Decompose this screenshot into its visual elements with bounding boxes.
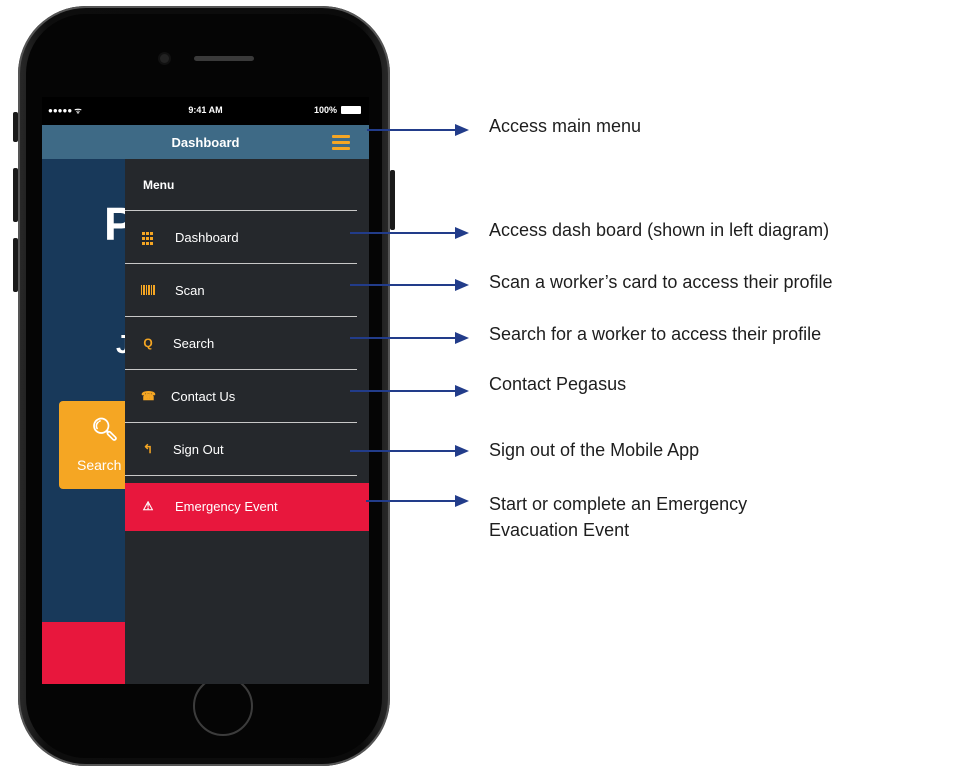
menu-item-label: Scan (175, 283, 205, 298)
front-camera (160, 54, 169, 63)
annotation-arrow (350, 284, 457, 286)
annotation-arrowhead (455, 124, 469, 136)
mute-switch (13, 112, 18, 142)
annotation-emergency-line-1: Start or complete an Emergency (489, 494, 748, 514)
annotation-emergency-line-2: Evacuation Event (489, 520, 630, 540)
volume-up-button (13, 168, 18, 222)
menu-divider (125, 369, 357, 370)
volume-down-button (13, 238, 18, 292)
menu-divider (125, 210, 357, 211)
menu-item-label: Emergency Event (175, 499, 278, 514)
warning-icon: ⚠︎ (142, 499, 154, 513)
search-icon: 🔍︎ (91, 417, 119, 442)
annotation-main-menu: Access main menu (489, 116, 642, 136)
annotation-arrow (366, 500, 457, 502)
menu-item-emergency-event[interactable]: ⚠︎ Emergency Event (125, 483, 369, 531)
menu-divider (125, 316, 357, 317)
menu-item-sign-out[interactable]: ↰ Sign Out (125, 422, 369, 475)
power-button (390, 170, 395, 230)
earpiece-speaker (194, 56, 254, 61)
side-menu-drawer: Menu Dashboard Scan Q Search ☎︎ Contact … (125, 159, 369, 684)
menu-divider (125, 263, 357, 264)
annotation-arrowhead (455, 385, 469, 397)
annotation-arrow (350, 450, 457, 452)
annotation-arrowhead (455, 227, 469, 239)
nav-title: Dashboard (171, 135, 240, 150)
battery-icon (341, 106, 361, 114)
menu-item-label: Dashboard (175, 230, 239, 245)
annotation-sign-out: Sign out of the Mobile App (489, 440, 700, 460)
search-tile-label: Search (77, 457, 122, 473)
battery-percent: 100% (313, 105, 337, 115)
annotation-arrow (367, 129, 457, 131)
menu-divider (125, 422, 357, 423)
annotation-arrow (350, 337, 457, 339)
menu-item-contact-us[interactable]: ☎︎ Contact Us (125, 369, 369, 422)
nav-bar: Dashboard (42, 125, 369, 159)
annotation-arrowhead (455, 495, 469, 507)
annotation-arrow (350, 232, 457, 234)
phone-icon: ☎︎ (141, 389, 156, 403)
search-icon: Q (143, 336, 153, 350)
annotation-scan: Scan a worker’s card to access their pro… (489, 272, 833, 292)
menu-item-divider-bottom (125, 475, 369, 483)
annotation-contact: Contact Pegasus (489, 374, 627, 394)
app-screen: ●●●●● ᯤ 9:41 AM 100% Dashboard P J 🔍︎ Se… (42, 97, 369, 684)
menu-title: Menu (143, 178, 175, 192)
annotation-arrow (350, 390, 457, 392)
menu-item-label: Contact Us (171, 389, 236, 404)
grid-icon (141, 230, 156, 246)
annotation-search: Search for a worker to access their prof… (489, 324, 822, 344)
annotation-arrowhead (455, 279, 469, 291)
menu-divider (125, 475, 357, 476)
home-button[interactable] (193, 676, 253, 736)
menu-item-search[interactable]: Q Search (125, 316, 369, 369)
annotation-dashboard: Access dash board (shown in left diagram… (489, 220, 830, 240)
hamburger-menu-icon[interactable] (332, 135, 350, 150)
barcode-icon (141, 285, 155, 295)
sign-out-icon: ↰ (142, 442, 154, 456)
annotation-arrowhead (455, 332, 469, 344)
menu-item-label: Search (173, 336, 215, 351)
annotation-arrowhead (455, 445, 469, 457)
status-bar: ●●●●● ᯤ 9:41 AM 100% (42, 97, 369, 125)
menu-item-scan[interactable]: Scan (125, 263, 369, 316)
menu-item-dashboard[interactable]: Dashboard (125, 210, 369, 263)
emergency-tile-fragment[interactable] (42, 622, 132, 684)
menu-item-label: Sign Out (173, 442, 224, 457)
